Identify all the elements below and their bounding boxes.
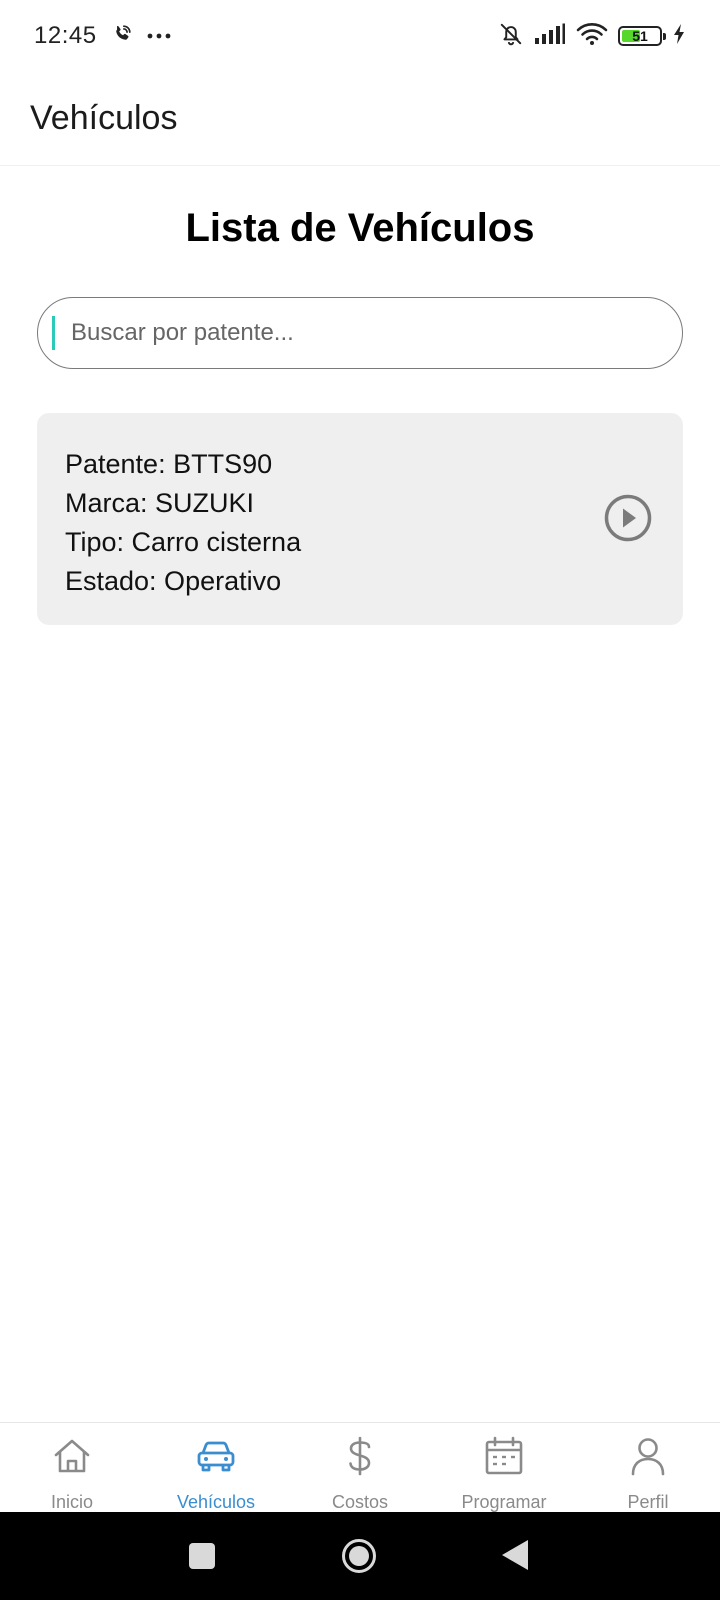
- vehicle-patente: Patente: BTTS90: [65, 449, 273, 479]
- nav-label-vehiculos: Vehículos: [176, 1492, 256, 1512]
- search-input[interactable]: [71, 319, 631, 347]
- vehicle-marca: Marca: SUZUKI: [65, 488, 255, 518]
- vehicle-estado: Estado: Operativo: [65, 566, 282, 596]
- nav-label-inicio: Inicio: [50, 1492, 94, 1512]
- text-cursor: [52, 316, 55, 350]
- nav-label-perfil: Perfil: [627, 1492, 669, 1512]
- calendar-icon: [483, 1435, 525, 1482]
- system-nav-bar: [0, 1512, 720, 1600]
- app-bar-title: Vehículos: [30, 99, 178, 137]
- nav-item-vehiculos[interactable]: Vehículos: [144, 1423, 288, 1512]
- person-icon: [627, 1435, 669, 1482]
- bottom-nav: Inicio Vehículos Costos Programar Perfil: [0, 1422, 720, 1512]
- nav-item-programar[interactable]: Programar: [432, 1423, 576, 1512]
- page-title: Lista de Vehículos: [185, 206, 535, 250]
- home-icon: [51, 1435, 93, 1482]
- wifi-icon: [576, 22, 608, 51]
- battery-tip: [663, 33, 666, 40]
- bell-off-icon: [498, 21, 524, 52]
- app-bar: Vehículos: [0, 72, 720, 166]
- search-box[interactable]: [37, 297, 683, 369]
- charging-icon: [672, 23, 686, 50]
- vehicle-card[interactable]: Patente: BTTS90 Marca: SUZUKI Tipo: Carr…: [37, 413, 683, 625]
- home-button[interactable]: [341, 1538, 377, 1579]
- nav-item-inicio[interactable]: Inicio: [0, 1423, 144, 1512]
- battery-icon: 51: [618, 26, 666, 46]
- status-right: 51: [498, 21, 686, 52]
- dollar-icon: [339, 1435, 381, 1482]
- nav-item-costos[interactable]: Costos: [288, 1423, 432, 1512]
- screen: 12:45 51 Vehículos Lista de Vehículos Bu…: [0, 0, 720, 1600]
- nav-item-perfil[interactable]: Perfil: [576, 1423, 720, 1512]
- play-circle-icon[interactable]: [603, 493, 653, 543]
- nav-label-programar: Programar: [461, 1492, 547, 1512]
- more-icon: [147, 27, 171, 45]
- status-left: 12:45: [34, 22, 171, 50]
- status-bar: 12:45 51: [0, 0, 720, 72]
- status-time: 12:45: [34, 22, 97, 49]
- recents-button[interactable]: [189, 1543, 215, 1574]
- back-button[interactable]: [502, 1540, 528, 1575]
- phone-call-icon: [111, 23, 133, 50]
- vehicle-tipo: Tipo: Carro cisterna: [65, 527, 302, 557]
- nav-label-costos: Costos: [331, 1492, 389, 1512]
- car-icon: [195, 1435, 237, 1482]
- signal-icon: [534, 23, 566, 50]
- battery-level: 51: [632, 28, 648, 44]
